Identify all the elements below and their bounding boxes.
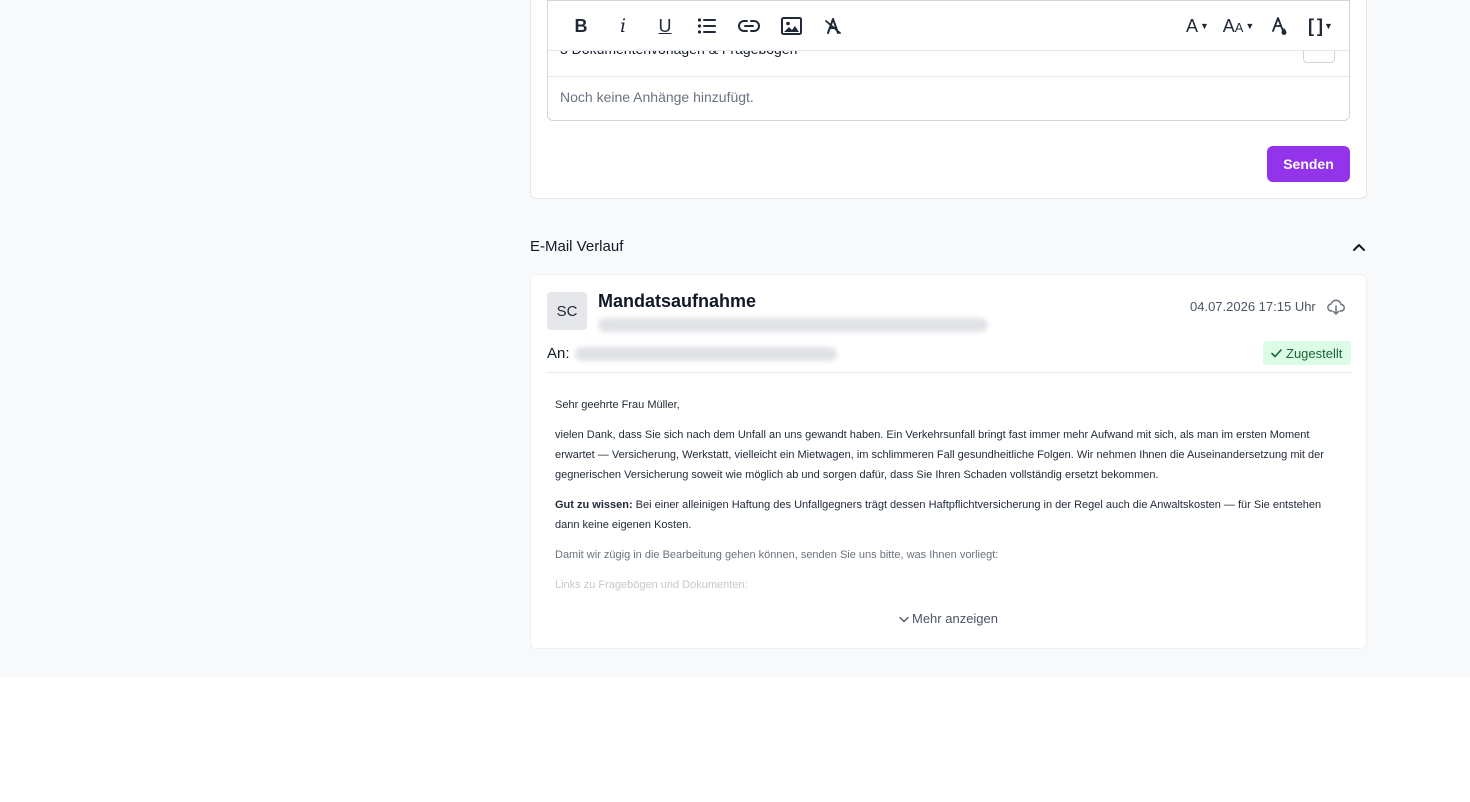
email-paragraph: vielen Dank, dass Sie sich nach dem Unfa… [555,429,1324,481]
check-icon [1271,348,1282,357]
status-badge: Zugestellt [1263,341,1352,365]
link-button[interactable] [728,6,770,46]
chevron-down-icon [899,616,909,623]
show-more-button[interactable]: Mehr anzeigen [531,611,1366,626]
send-button[interactable]: Senden [1267,146,1350,182]
image-button[interactable] [770,6,812,46]
chevron-down-icon: ▼ [1200,21,1209,31]
bullet-list-button[interactable] [686,6,728,46]
email-paragraph: Links zu Fragebögen und Dokumenten: [555,579,748,591]
placeholder-dropdown[interactable]: [ ] ▼ [1300,6,1341,46]
brackets-icon: [ ] [1308,15,1323,36]
show-more-link[interactable]: Mehr anzeigen [899,611,998,626]
email-paragraph-text: Bei einer alleinigen Haftung des Unfallg… [555,499,1322,531]
highlight-icon [1271,17,1286,35]
font-size-icon: AA [1222,15,1244,36]
link-icon [738,20,760,32]
sender-redacted [598,318,988,332]
chevron-down-icon: ▼ [1324,21,1333,31]
font-color-icon: A [1186,15,1199,36]
font-color-dropdown[interactable]: A ▼ [1177,6,1218,46]
email-greeting: Sehr geehrte Frau Müller, [555,399,680,411]
history-title: E-Mail Verlauf [530,238,624,255]
recipient-redacted [575,347,837,361]
italic-button[interactable]: i [602,6,644,46]
avatar: SC [547,292,587,330]
show-more-label: Mehr anzeigen [912,611,998,626]
bullet-list-icon [697,18,716,34]
email-card: SC Mandatsaufnahme An: 04.07.2026 17:15 … [530,274,1367,649]
editor-box: 3 Dokumentenvorlagen & Fragebögen B i U [547,0,1350,121]
highlight-button[interactable] [1259,6,1300,46]
email-highlight: Gut zu wissen: [555,499,633,511]
recipient-label: An: [547,345,570,362]
email-subject: Mandatsaufnahme [598,291,757,311]
underline-button[interactable]: U [644,6,686,46]
editor-toolbar: B i U A ▼ AA ▼ [] ▼ [548,1,1349,51]
underline-icon: U [658,15,672,36]
chevron-up-icon [1353,244,1365,251]
email-body: Sehr geehrte Frau Müller, vielen Dank, d… [555,395,1345,605]
email-paragraph: Damit wir zügig in die Bearbeitung gehen… [555,549,999,561]
font-size-dropdown[interactable]: AA ▼ [1218,6,1259,46]
chevron-down-icon: ▼ [1245,21,1255,31]
image-icon [780,17,802,35]
bold-icon: B [574,15,588,36]
status-label: Zugestellt [1286,345,1343,361]
email-timestamp: 04.07.2026 17:15 Uhr [1190,299,1316,314]
cloud-download-icon [1327,299,1345,315]
history-collapse-toggle[interactable] [1350,238,1368,256]
italic-icon: i [619,15,627,37]
bold-button[interactable]: B [560,6,602,46]
clear-format-icon [825,18,841,34]
clear-format-button[interactable] [812,6,854,46]
header-divider [547,372,1352,373]
download-button[interactable] [1327,298,1345,316]
email-paragraph: Gut zu wissen: Bei einer alleinigen Haft… [555,495,1345,535]
attachments-empty-text: Noch keine Anhänge hinzufügt. [560,89,754,105]
